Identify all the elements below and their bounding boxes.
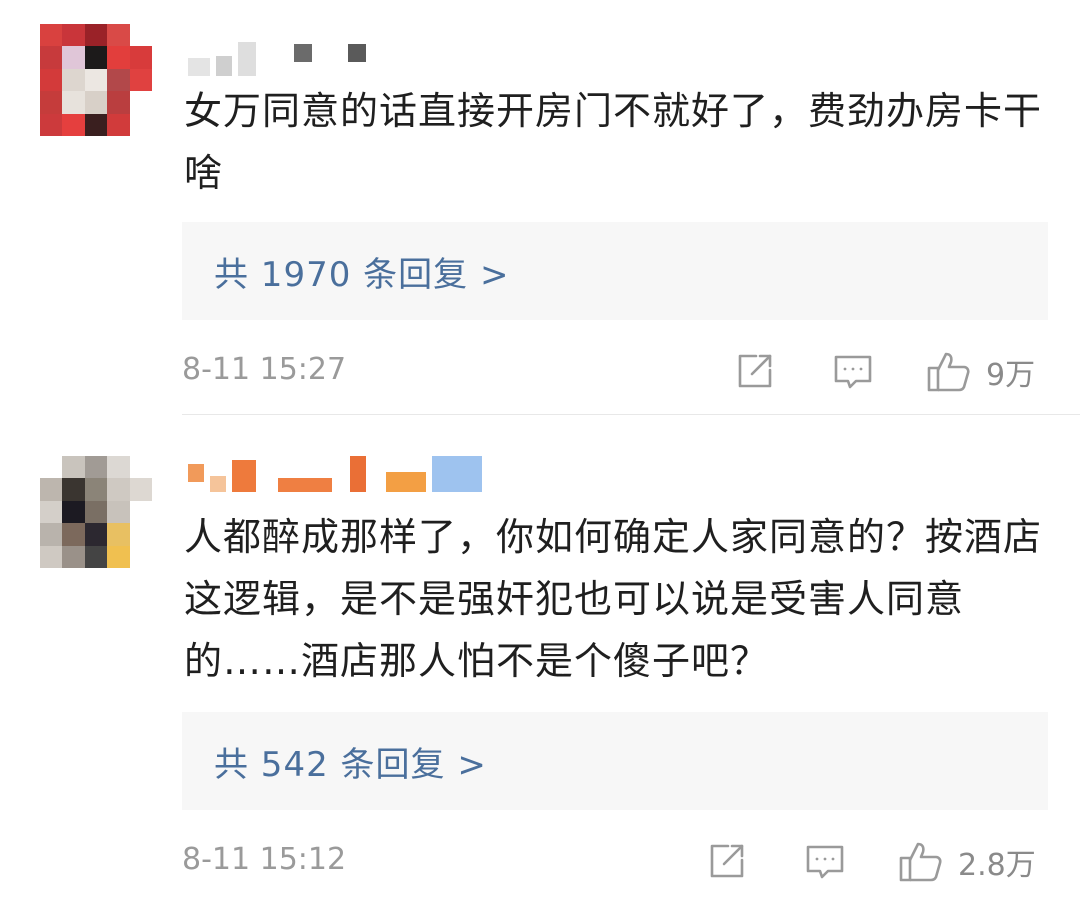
comment-meta: 8-11 15:12 2.8万 bbox=[182, 836, 1048, 886]
comment-button[interactable] bbox=[832, 350, 874, 392]
view-replies-link[interactable]: 共 1970 条回复 > bbox=[182, 222, 1048, 320]
share-button[interactable] bbox=[734, 350, 776, 392]
share-button[interactable] bbox=[706, 840, 748, 882]
username-blurred[interactable] bbox=[188, 40, 366, 76]
comment-divider bbox=[182, 414, 1080, 415]
username-blurred[interactable] bbox=[188, 456, 482, 492]
comment-meta: 8-11 15:27 9万 bbox=[182, 346, 1048, 396]
thumbs-up-icon bbox=[899, 842, 942, 882]
view-replies-link[interactable]: 共 542 条回复 > bbox=[182, 712, 1048, 810]
comment-time: 8-11 15:12 bbox=[182, 842, 347, 877]
avatar[interactable] bbox=[40, 24, 152, 136]
comment-icon bbox=[806, 845, 844, 879]
share-icon bbox=[710, 844, 744, 878]
comment-time: 8-11 15:27 bbox=[182, 352, 347, 387]
like-count: 2.8万 bbox=[958, 848, 1036, 883]
thumbs-up-icon bbox=[927, 352, 970, 392]
like-count: 9万 bbox=[986, 358, 1036, 393]
avatar[interactable] bbox=[40, 456, 152, 568]
share-icon bbox=[738, 354, 772, 388]
comment-button[interactable] bbox=[804, 840, 846, 882]
like-button[interactable]: 2.8万 bbox=[898, 840, 1036, 884]
comment-text: 人都醉成那样了，你如何确定人家同意的？按酒店这逻辑，是不是强奸犯也可以说是受害人… bbox=[184, 515, 1043, 683]
like-button[interactable]: 9万 bbox=[926, 350, 1035, 394]
comment-text: 女万同意的话直接开房门不就好了，费劲办房卡干啥 bbox=[184, 89, 1043, 195]
comment-icon bbox=[834, 355, 872, 389]
